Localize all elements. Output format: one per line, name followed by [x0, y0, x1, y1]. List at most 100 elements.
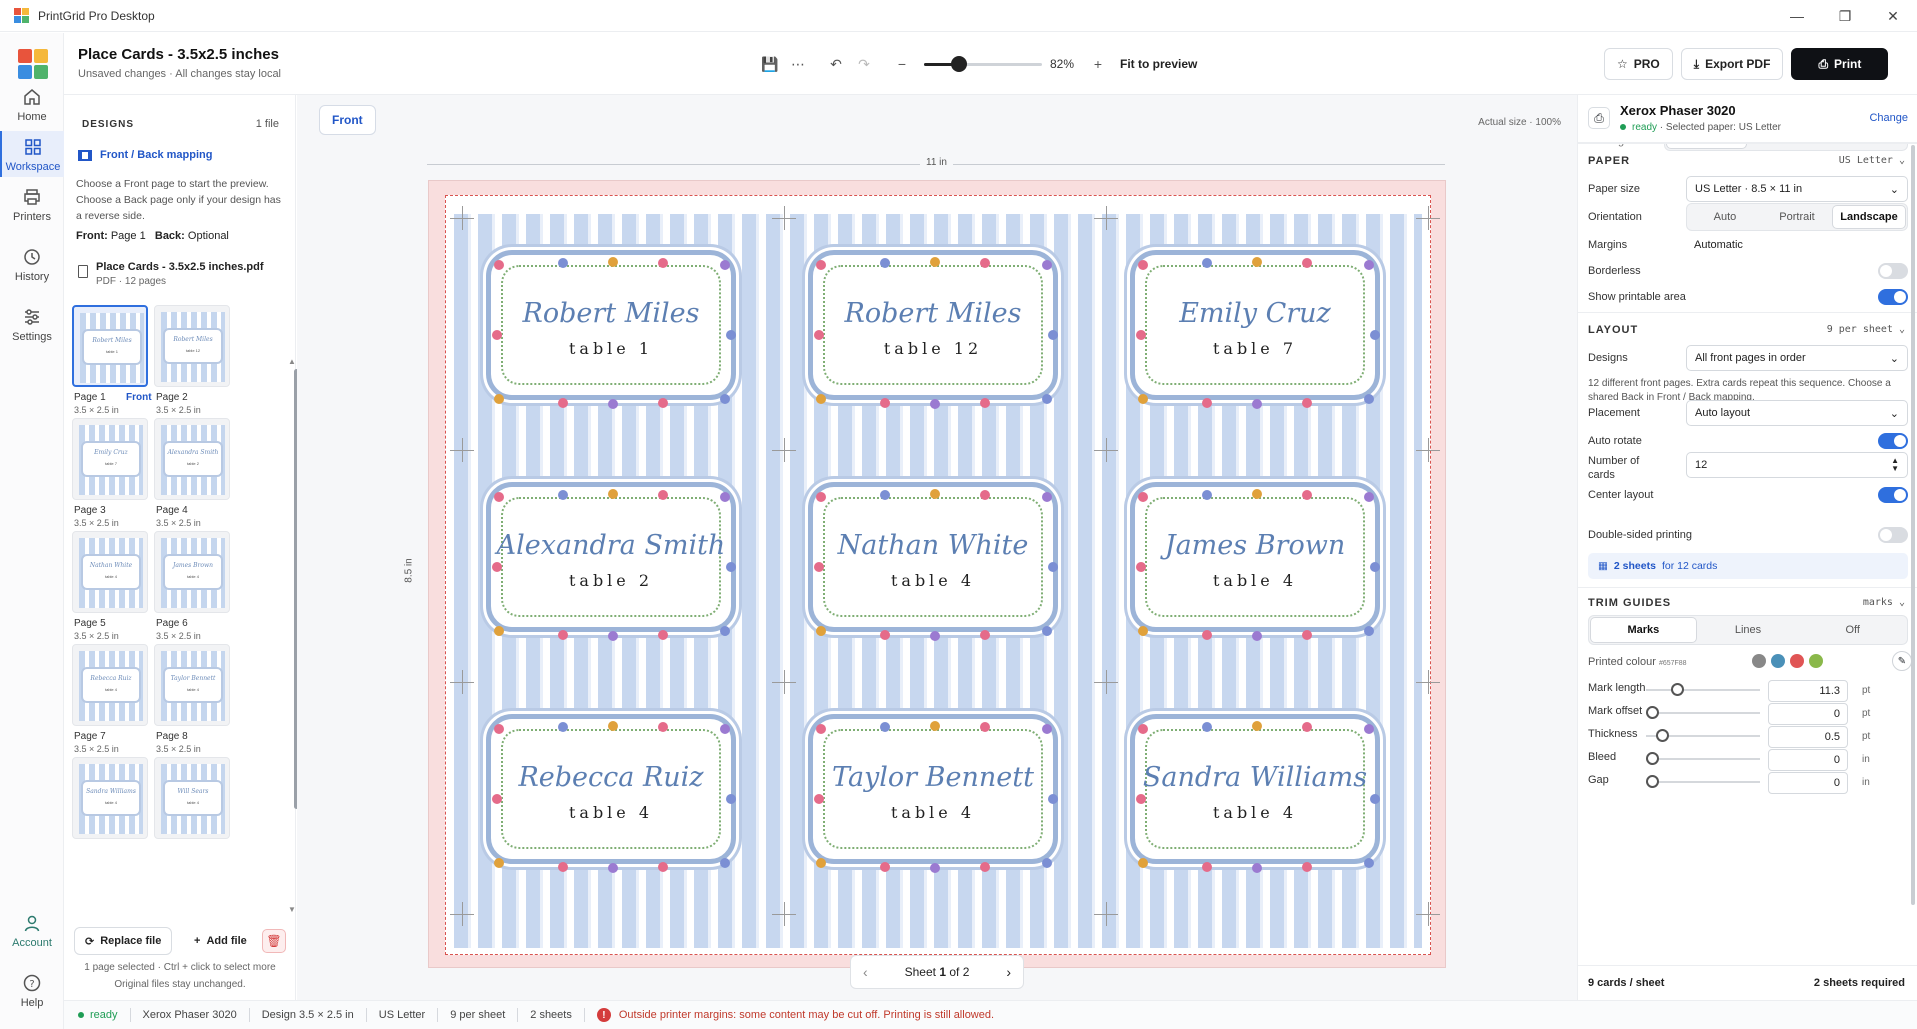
printable-area-toggle[interactable] — [1878, 289, 1908, 305]
placement-select[interactable]: Auto layout ⌄ — [1686, 400, 1908, 426]
colour-swatch[interactable] — [1752, 654, 1766, 668]
change-printer-link[interactable]: Change — [1869, 112, 1908, 124]
export-pdf-button[interactable]: ⤓ Export PDF — [1680, 48, 1784, 80]
page-thumbnail[interactable]: Alexandra Smith table 2 — [154, 418, 230, 500]
status-paper: US Letter — [378, 1009, 426, 1021]
slider-unit: in — [1862, 777, 1870, 788]
previous-sheet-icon[interactable]: ‹ — [863, 964, 868, 980]
page-thumbnail[interactable]: Will Sears table 4 — [154, 757, 230, 839]
tab-front[interactable]: Front — [319, 105, 376, 135]
nav-workspace[interactable]: Workspace — [0, 131, 64, 177]
next-sheet-icon[interactable]: › — [1006, 964, 1011, 980]
undo-icon[interactable]: ↶ — [822, 50, 850, 78]
trim-slider[interactable] — [1646, 729, 1760, 743]
colour-swatch[interactable] — [1809, 654, 1823, 668]
layout-summary[interactable]: 9 per sheet ⌄ — [1827, 324, 1905, 335]
restore-icon[interactable]: ❐ — [1821, 0, 1869, 32]
paper-size-select[interactable]: US Letter · 8.5 × 11 in ⌄ — [1686, 176, 1908, 202]
card-guest-name: Sandra Williams — [1142, 762, 1368, 793]
nav-home[interactable]: Home — [0, 87, 64, 127]
settings-scrollbar[interactable] — [1911, 145, 1915, 905]
trim-marks[interactable]: Marks — [1591, 618, 1696, 642]
auto-rotate-toggle[interactable] — [1878, 433, 1908, 449]
crop-mark — [784, 206, 785, 230]
scroll-down-icon[interactable]: ▼ — [288, 905, 296, 914]
flower-decoration — [930, 489, 940, 499]
nav-account[interactable]: Account — [0, 913, 64, 953]
trim-slider[interactable] — [1646, 775, 1760, 789]
more-icon[interactable]: ⋯ — [784, 50, 812, 78]
orientation-portrait[interactable]: Portrait — [1761, 206, 1833, 228]
front-back-mapping-link[interactable]: Front / Back mapping — [78, 149, 212, 161]
zoom-out-icon[interactable]: − — [888, 50, 916, 78]
trim-off[interactable]: Off — [1800, 618, 1905, 642]
pro-button[interactable]: ☆ PRO — [1604, 48, 1673, 80]
page-thumbnail[interactable]: Nathan White table 4 — [72, 531, 148, 613]
slider-value-input[interactable]: 0 — [1768, 749, 1848, 771]
colour-swatch[interactable] — [1790, 654, 1804, 668]
page-thumbnail[interactable]: Emily Cruz table 7 — [72, 418, 148, 500]
colour-swatch[interactable] — [1771, 654, 1785, 668]
add-file-button[interactable]: + Add file — [188, 927, 253, 955]
star-icon: ☆ — [1617, 57, 1628, 71]
trim-slider[interactable] — [1646, 752, 1760, 766]
fit-to-preview-button[interactable]: Fit to preview — [1120, 57, 1197, 71]
designs-select[interactable]: All front pages in order ⌄ — [1686, 345, 1908, 371]
nav-printers[interactable]: Printers — [0, 187, 64, 227]
orientation-auto[interactable]: Auto — [1689, 206, 1761, 228]
chevron-down-icon: ⌄ — [1889, 352, 1899, 365]
paper-summary[interactable]: US Letter ⌄ — [1839, 155, 1905, 166]
thumbnail-table: table 2 — [186, 461, 199, 466]
thumbnail-name: Nathan White — [89, 562, 133, 569]
trim-lines[interactable]: Lines — [1696, 618, 1801, 642]
page-thumbnail[interactable]: Rebecca Ruiz table 4 — [72, 644, 148, 726]
card-guest-name: Emily Cruz — [1179, 298, 1331, 329]
crop-mark — [462, 438, 463, 462]
page-thumbnail[interactable]: Robert Miles table 12 — [154, 305, 230, 387]
page-thumbnail[interactable]: James Brown table 4 — [154, 531, 230, 613]
scroll-up-icon[interactable]: ▲ — [288, 357, 296, 366]
printer-icon: ⎙ — [1818, 56, 1829, 71]
thumbnail-size: 3.5 × 2.5 in — [74, 518, 119, 528]
flower-decoration — [816, 260, 826, 270]
orientation-landscape[interactable]: Landscape — [1833, 206, 1905, 228]
trash-icon[interactable]: 🗑 — [262, 929, 286, 953]
grid-icon — [25, 139, 41, 155]
slider-value-input[interactable]: 11.3 — [1768, 680, 1848, 702]
thumbnail-size: 3.5 × 2.5 in — [74, 744, 119, 754]
grid-icon: ▦ — [1598, 560, 1608, 572]
minimize-icon[interactable]: — — [1773, 0, 1821, 32]
zoom-in-icon[interactable]: + — [1084, 50, 1112, 78]
save-icon[interactable]: 💾 — [756, 50, 784, 78]
selection-info: 1 page selected · Ctrl + click to select… — [84, 962, 276, 973]
flower-decoration — [880, 862, 890, 872]
center-layout-toggle[interactable] — [1878, 487, 1908, 503]
zoom-slider[interactable] — [924, 52, 1042, 76]
slider-value-input[interactable]: 0 — [1768, 772, 1848, 794]
thumbnail-name: Rebecca Ruiz — [90, 675, 132, 682]
flower-decoration — [558, 258, 568, 268]
replace-file-button[interactable]: ⟳ Replace file — [74, 927, 173, 955]
flower-decoration — [880, 630, 890, 640]
eyedropper-icon[interactable]: ✎ — [1892, 651, 1912, 671]
trim-slider[interactable] — [1646, 683, 1760, 697]
close-icon[interactable]: ✕ — [1869, 0, 1917, 32]
double-sided-toggle[interactable] — [1878, 527, 1908, 543]
front-badge: Front — [126, 392, 152, 403]
page-thumbnail[interactable]: Taylor Bennett table 4 — [154, 644, 230, 726]
file-meta: PDF · 12 pages — [96, 276, 167, 287]
page-thumbnail[interactable]: Robert Miles table 1 — [72, 305, 148, 387]
print-button[interactable]: ⎙ Print — [1791, 48, 1889, 80]
nav-help[interactable]: ? Help — [0, 973, 64, 1013]
nav-settings[interactable]: Settings — [0, 307, 64, 347]
stepper-icon[interactable]: ▲ ▼ — [1891, 457, 1899, 473]
slider-value-input[interactable]: 0.5 — [1768, 726, 1848, 748]
borderless-toggle[interactable] — [1878, 263, 1908, 279]
trim-slider[interactable] — [1646, 706, 1760, 720]
page-thumbnail[interactable]: Sandra Williams table 4 — [72, 757, 148, 839]
nav-history[interactable]: History — [0, 247, 64, 287]
number-of-cards-input[interactable]: 12 ▲ ▼ — [1686, 452, 1908, 478]
slider-value-input[interactable]: 0 — [1768, 703, 1848, 725]
redo-icon[interactable]: ↷ — [850, 50, 878, 78]
trim-summary[interactable]: marks ⌄ — [1863, 597, 1905, 608]
